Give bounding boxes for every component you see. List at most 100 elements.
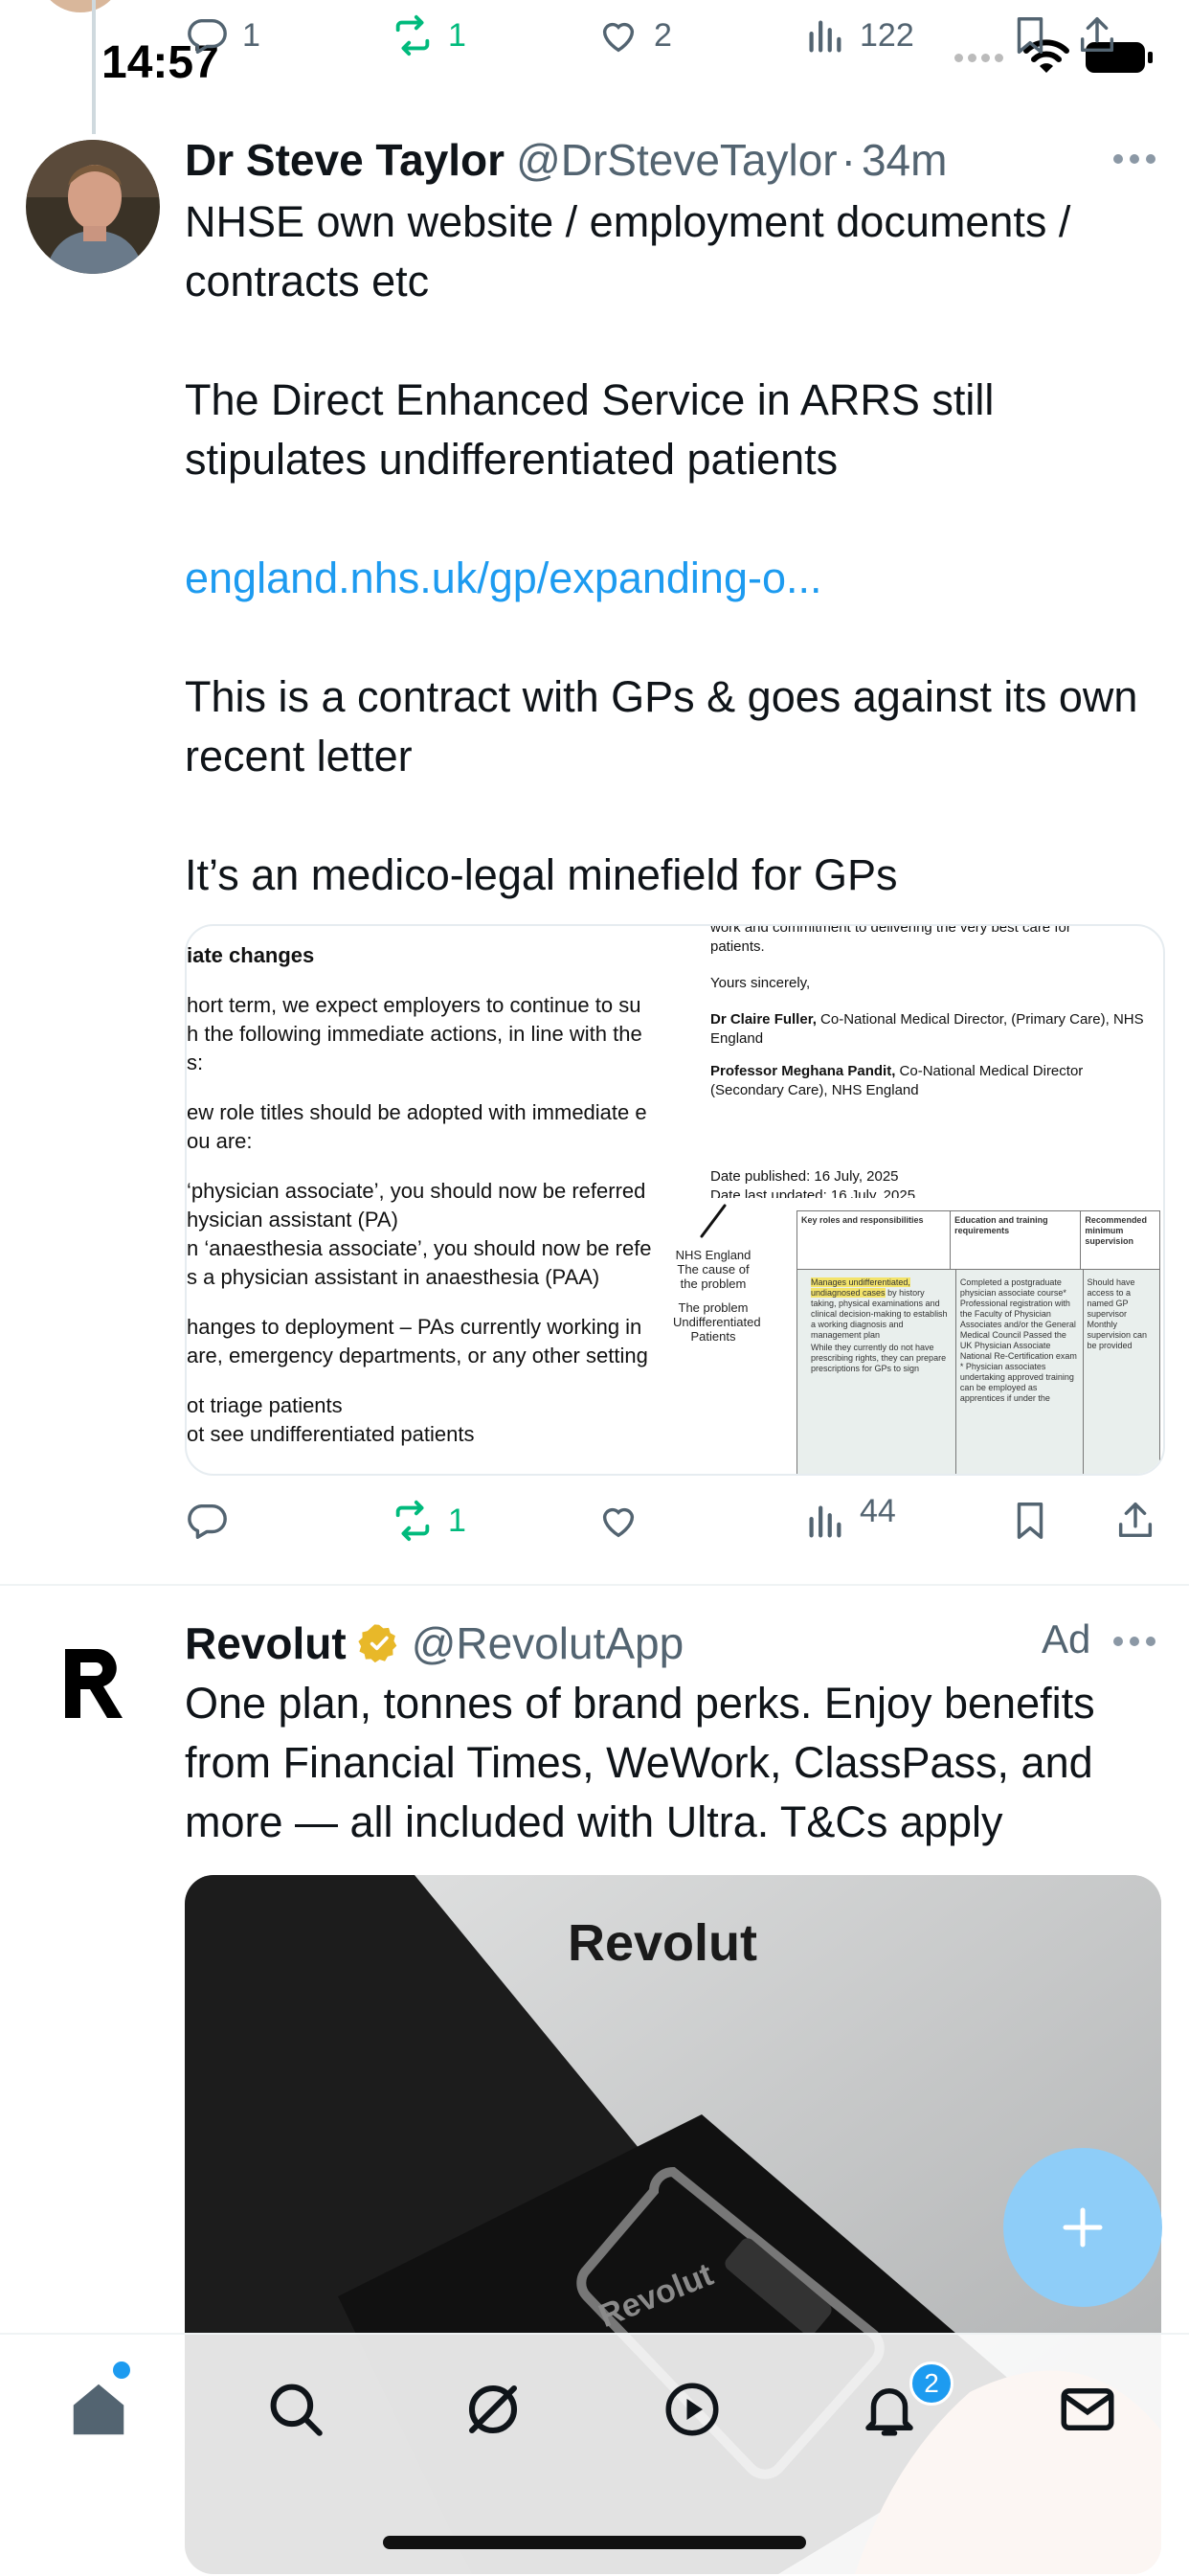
repost-button[interactable]: 1 [391, 1499, 596, 1543]
table-cell: Completed a postgraduate physician assoc… [956, 1270, 1084, 1474]
tweet-media-image[interactable]: iate changes hort term, we expect employ… [185, 924, 1165, 1476]
share-icon [1080, 17, 1114, 53]
thread-line [92, 0, 96, 134]
notifications-badge: 2 [909, 2361, 953, 2406]
bookmark-icon [1017, 17, 1043, 54]
like-button[interactable]: 2 [596, 13, 802, 57]
ad-more-options-button[interactable] [1112, 1636, 1156, 1647]
tweet-paragraph: This is a contract with GPs & goes again… [185, 672, 1138, 780]
verified-icon [358, 1624, 397, 1663]
home-unread-dot [113, 2361, 130, 2379]
signatory-2: Professor Meghana Pandit, Co-National Me… [710, 1062, 1151, 1100]
ad-image-brand: Revolut [568, 1914, 758, 1972]
more-icon [1113, 1637, 1155, 1646]
letter-excerpt: iate changes hort term, we expect employ… [187, 941, 675, 1468]
letter-line: hort term, we expect employers to contin… [187, 993, 641, 1017]
tweet-link[interactable]: england.nhs.uk/gp/expanding-o... [185, 549, 1152, 608]
table-cell: Should have access to a named GP supervi… [1087, 1277, 1148, 1350]
table-cell: Manages undifferentiated, undiagnosed ca… [797, 1270, 956, 1474]
ad-author-name[interactable]: Revolut [185, 1617, 347, 1669]
nav-grok[interactable] [455, 2371, 531, 2448]
reply-icon [188, 1503, 227, 1539]
letter-line: ou are: [187, 1129, 253, 1153]
revolut-logo-icon [65, 1649, 123, 1718]
reply-count: 1 [242, 16, 260, 54]
bookmark-button[interactable] [1008, 13, 1075, 57]
table-header: Key roles and responsibilities [797, 1211, 952, 1269]
compose-button[interactable] [1003, 2148, 1162, 2307]
tweet-paragraph: It’s an medico-legal minefield for GPs [185, 850, 898, 899]
table-header: Recommended minimum supervision [1085, 1215, 1147, 1246]
reply-button[interactable] [185, 1499, 391, 1543]
views-count: 122 [860, 16, 914, 54]
tweet-time[interactable]: 34m [862, 134, 947, 186]
letter-line: ot see undifferentiated patients [187, 1422, 475, 1446]
tweet-header: Dr Steve Taylor @DrSteveTaylor · 34m [185, 134, 1142, 186]
share-icon [1118, 1503, 1153, 1538]
more-options-button[interactable] [1112, 153, 1156, 165]
ad-header: Revolut @RevolutApp [185, 1616, 1018, 1669]
previous-tweet-avatar[interactable] [34, 0, 126, 15]
ad-text: One plan, tonnes of brand perks. Enjoy b… [185, 1679, 1095, 1846]
letter-line: Yours sincerely, [710, 975, 811, 991]
pen-stroke-icon [700, 1204, 727, 1238]
handwritten-annotation: NHS England The cause of the problem The… [673, 1202, 761, 1344]
letter-heading: iate changes [187, 943, 315, 967]
date-updated: Date last updated: 16 July, 2025 [710, 1187, 916, 1198]
bookmark-button[interactable] [1008, 1499, 1113, 1543]
views-button[interactable]: 44 [802, 1493, 1008, 1543]
like-count: 2 [654, 16, 672, 54]
home-indicator [383, 2536, 806, 2549]
video-icon [665, 2383, 719, 2436]
like-icon [602, 22, 635, 53]
letter-line: s a physician assistant in anaesthesia (… [187, 1265, 600, 1289]
repost-button[interactable]: 1 [391, 13, 596, 57]
search-icon [270, 2384, 323, 2436]
table-header: Education and training requirements [951, 1211, 1082, 1269]
more-icon [1113, 154, 1155, 164]
reply-button[interactable]: 1 [185, 13, 391, 57]
repost-icon [395, 1500, 430, 1542]
date-published: Date published: 16 July, 2025 [710, 1168, 899, 1185]
nav-messages[interactable] [1049, 2371, 1126, 2448]
letter-line: ew role titles should be adopted with im… [187, 1100, 647, 1124]
signatory-name: Dr Claire Fuller, [710, 1011, 817, 1028]
letter-line: are, emergency departments, or any other… [187, 1344, 648, 1367]
tweet-actions: 1 44 [185, 1493, 1161, 1543]
tweet-text: NHSE own website / employment documents … [185, 192, 1152, 964]
repost-icon [395, 14, 430, 56]
repost-count: 1 [448, 1502, 466, 1539]
views-icon [809, 1505, 841, 1538]
letter-line: ot triage patients [187, 1393, 343, 1417]
letter-line: s: [187, 1051, 204, 1074]
letter-line: n ‘anaesthesia associate’, you should no… [187, 1236, 652, 1260]
reply-icon [188, 18, 227, 54]
author-name[interactable]: Dr Steve Taylor [185, 134, 505, 186]
nav-search[interactable] [258, 2371, 334, 2448]
like-icon [602, 1507, 635, 1538]
views-count: 44 [860, 1492, 896, 1529]
nav-video[interactable] [654, 2371, 730, 2448]
share-button[interactable] [1075, 13, 1133, 57]
like-button[interactable] [596, 1499, 802, 1543]
grok-icon [468, 2384, 518, 2434]
letter-line: h the following immediate actions, in li… [187, 1022, 642, 1046]
repost-count: 1 [448, 16, 466, 54]
author-handle[interactable]: @DrSteveTaylor [516, 134, 838, 186]
share-button[interactable] [1113, 1499, 1161, 1543]
signatory-1: Dr Claire Fuller, Co-National Medical Di… [710, 1010, 1151, 1049]
views-icon [809, 20, 841, 53]
letter-line: hysician assistant (PA) [187, 1208, 398, 1232]
views-button[interactable]: 122 [802, 13, 1008, 57]
letter-line: ‘physician associate’, you should now be… [187, 1179, 646, 1203]
ad-author-handle[interactable]: @RevolutApp [412, 1617, 684, 1669]
bookmark-icon [1017, 1503, 1043, 1539]
compose-icon [1063, 2207, 1103, 2248]
letter-signatures: work and commitment to delivering the ve… [710, 926, 1151, 1198]
signatory-name: Professor Meghana Pandit, [710, 1063, 896, 1079]
letter-line: patients. [710, 938, 765, 955]
author-avatar[interactable] [26, 140, 160, 274]
nav-home[interactable] [60, 2371, 137, 2448]
revolut-avatar[interactable] [56, 1645, 132, 1722]
ad-label: Ad [1042, 1616, 1091, 1661]
